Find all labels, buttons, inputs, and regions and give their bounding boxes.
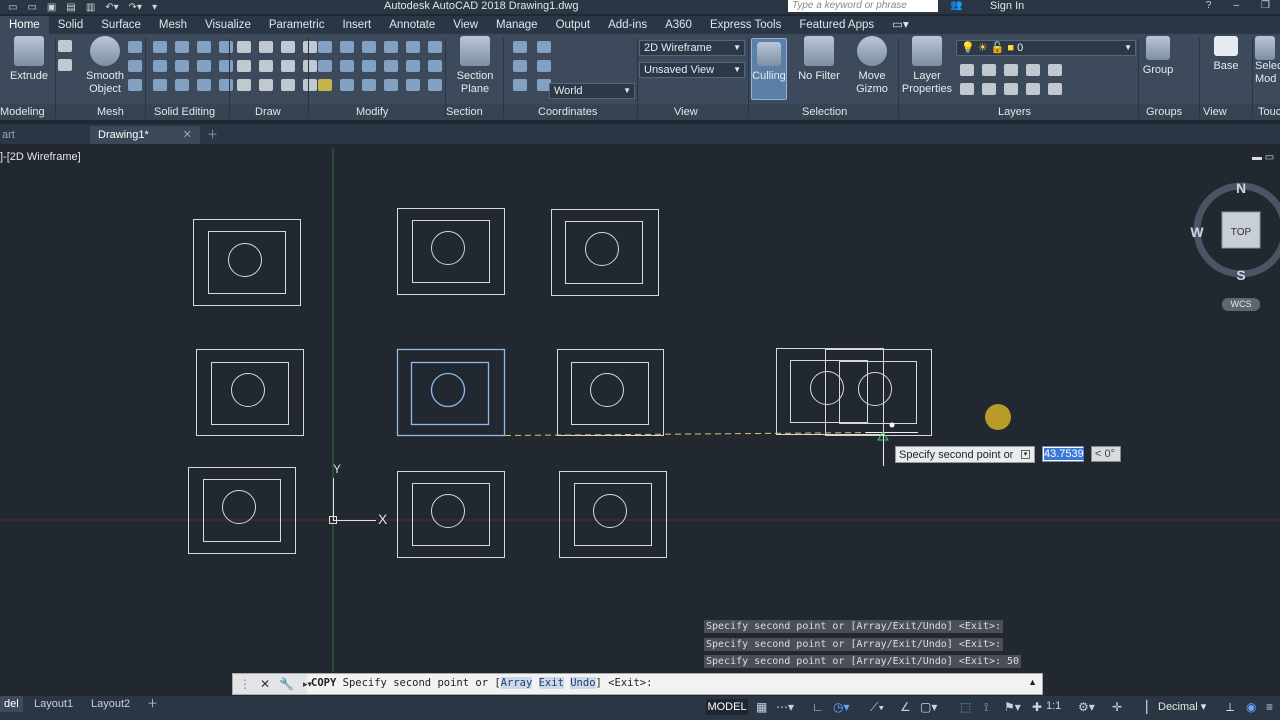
compass-north: N (1236, 180, 1246, 196)
dynamic-input-prompt: Specify second point or ▾ (895, 446, 1035, 463)
drawing-block (188, 467, 296, 554)
wcs-menu[interactable]: WCS (1222, 298, 1260, 311)
drawing-block (193, 219, 301, 306)
annotation-scale[interactable]: 1:1 (1046, 700, 1061, 712)
selected-block (396, 348, 506, 437)
ortho-icon[interactable]: ∟ (812, 700, 824, 714)
object-snap-tracking-icon[interactable]: ∠ (900, 700, 911, 714)
snap-icon[interactable]: ⋯▾ (776, 700, 794, 714)
options-down-icon[interactable]: ▾ (1021, 450, 1030, 459)
drawing-block (397, 208, 505, 295)
option-array[interactable]: Array (500, 677, 533, 689)
viewcube-face-label: TOP (1231, 227, 1252, 238)
model-layout-tab[interactable]: del (0, 696, 23, 712)
selection-filter-icon[interactable]: ⚑▾ (1004, 700, 1021, 714)
drawing-geometry: Y X (0, 148, 1280, 672)
angle-input[interactable]: < 0° (1091, 446, 1121, 462)
drawing-block (196, 349, 304, 436)
layout2-tab[interactable]: Layout2 (91, 696, 130, 712)
grid-icon[interactable]: ▦ (756, 700, 767, 714)
gizmo-toggle-icon[interactable]: ✚ (1032, 700, 1042, 714)
command-history-line: Specify second point or [Array/Exit/Undo… (704, 638, 1004, 651)
customize-status-icon[interactable]: ≡ (1266, 700, 1273, 714)
workspace-gear-icon[interactable]: ⚙▾ (1078, 700, 1095, 714)
3d-osnap-icon[interactable]: ⬚ (960, 700, 971, 714)
compass-west: W (1190, 224, 1204, 240)
isolate-objects-icon[interactable]: ◉ (1246, 700, 1256, 714)
drawing-block (397, 471, 505, 558)
model-space-button[interactable]: MODEL (706, 699, 748, 715)
status-bar: del Layout1 Layout2 ＋ MODEL ▦ ⋯▾ ∟ ◷▾ ⟋▾… (0, 696, 1280, 720)
compass-south: S (1236, 267, 1245, 283)
ucs-icon (329, 478, 376, 524)
isodraft-icon[interactable]: ⟋▾ (870, 700, 884, 715)
layout1-tab[interactable]: Layout1 (34, 696, 73, 712)
dynamic-ucs-icon[interactable]: ⟟ (984, 700, 988, 715)
command-line[interactable]: ⋮ ✕ 🔧 ▸▾ COPY Specify second point or [A… (232, 673, 1043, 695)
command-history-line: Specify second point or [Array/Exit/Undo… (704, 655, 1022, 668)
option-undo[interactable]: Undo (570, 677, 596, 689)
add-layout-icon[interactable]: ＋ (147, 696, 158, 712)
command-prompt: COPY Specify second point or [Array Exit… (311, 677, 653, 689)
customize-icon[interactable]: 🔧 (279, 677, 294, 691)
drawing-block (551, 209, 659, 296)
command-history-line: Specify second point or [Array/Exit/Undo… (704, 620, 1004, 633)
history-up-icon[interactable]: ▲ (1028, 677, 1037, 687)
viewcube[interactable]: TOP N S W (1185, 175, 1280, 285)
units-dropdown[interactable]: Decimal ▾ (1158, 699, 1206, 715)
annotation-monitor-icon[interactable]: ✛ (1112, 700, 1122, 714)
object-snap-icon[interactable]: ▢▾ (920, 700, 937, 714)
grip-marker (889, 422, 895, 428)
ucs-x-label: X (378, 511, 388, 527)
close-icon[interactable]: ✕ (260, 677, 270, 691)
cursor-highlight (985, 404, 1011, 430)
drawing-block (557, 349, 664, 436)
ucs-y-label: Y (333, 462, 341, 476)
option-exit[interactable]: Exit (538, 677, 564, 689)
polar-icon[interactable]: ◷▾ (833, 700, 850, 714)
grip-handle-icon[interactable]: ⋮ (239, 677, 251, 691)
quick-properties-icon[interactable]: ⟂ (1226, 700, 1234, 715)
drawing-block (559, 471, 667, 558)
distance-input[interactable]: 43.7539 (1042, 446, 1084, 462)
units-icon[interactable]: ▕ (1138, 700, 1147, 714)
